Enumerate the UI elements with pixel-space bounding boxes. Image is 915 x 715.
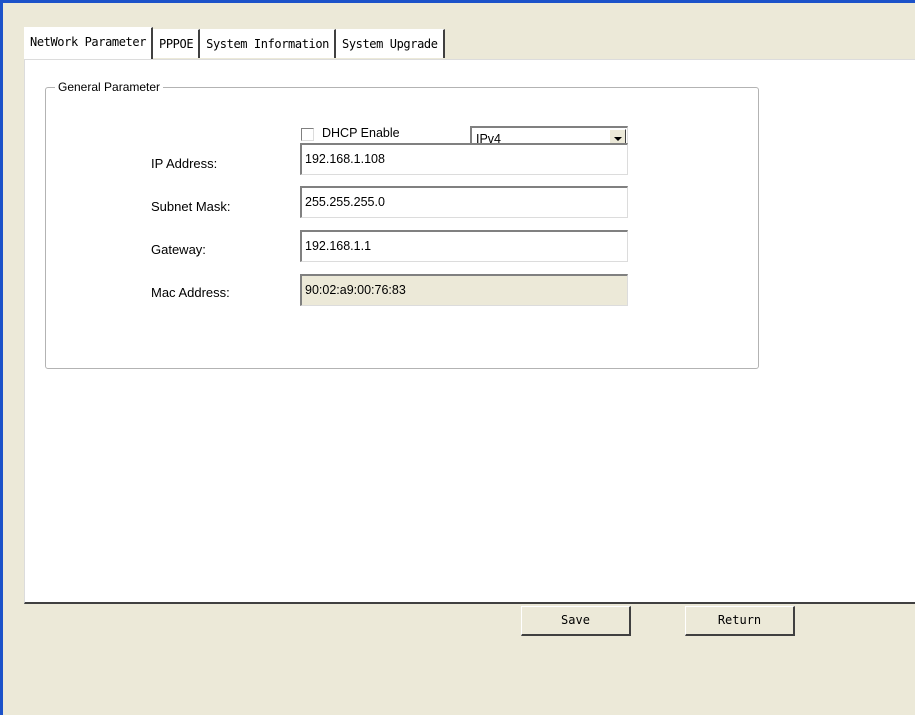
return-button[interactable]: Return	[685, 606, 795, 636]
ip-address-label: IP Address:	[151, 156, 218, 171]
save-button[interactable]: Save	[521, 606, 631, 636]
tab-system-upgrade[interactable]: System Upgrade	[336, 29, 445, 58]
general-parameter-group: General Parameter DHCP Enable IPv4 IP Ad…	[45, 79, 759, 369]
subnet-mask-input[interactable]: 255.255.255.0	[300, 186, 628, 218]
network-settings-window: NetWork Parameter PPPOE System Informati…	[0, 0, 915, 715]
gateway-input[interactable]: 192.168.1.1	[300, 230, 628, 262]
dhcp-enable-label: DHCP Enable	[322, 126, 400, 140]
group-title: General Parameter	[55, 79, 164, 95]
mac-address-label: Mac Address:	[151, 285, 230, 300]
dhcp-enable-checkbox[interactable]	[301, 128, 314, 141]
network-parameter-panel: General Parameter DHCP Enable IPv4 IP Ad…	[24, 59, 915, 604]
gateway-label: Gateway:	[151, 242, 206, 257]
tab-pppoe[interactable]: PPPOE	[153, 29, 201, 58]
tab-network-parameter[interactable]: NetWork Parameter	[24, 27, 154, 59]
tab-system-information[interactable]: System Information	[200, 29, 336, 58]
tab-strip: NetWork Parameter PPPOE System Informati…	[24, 27, 445, 59]
mac-address-input: 90:02:a9:00:76:83	[300, 274, 628, 306]
ip-address-input[interactable]: 192.168.1.108	[300, 143, 628, 175]
subnet-mask-label: Subnet Mask:	[151, 199, 231, 214]
